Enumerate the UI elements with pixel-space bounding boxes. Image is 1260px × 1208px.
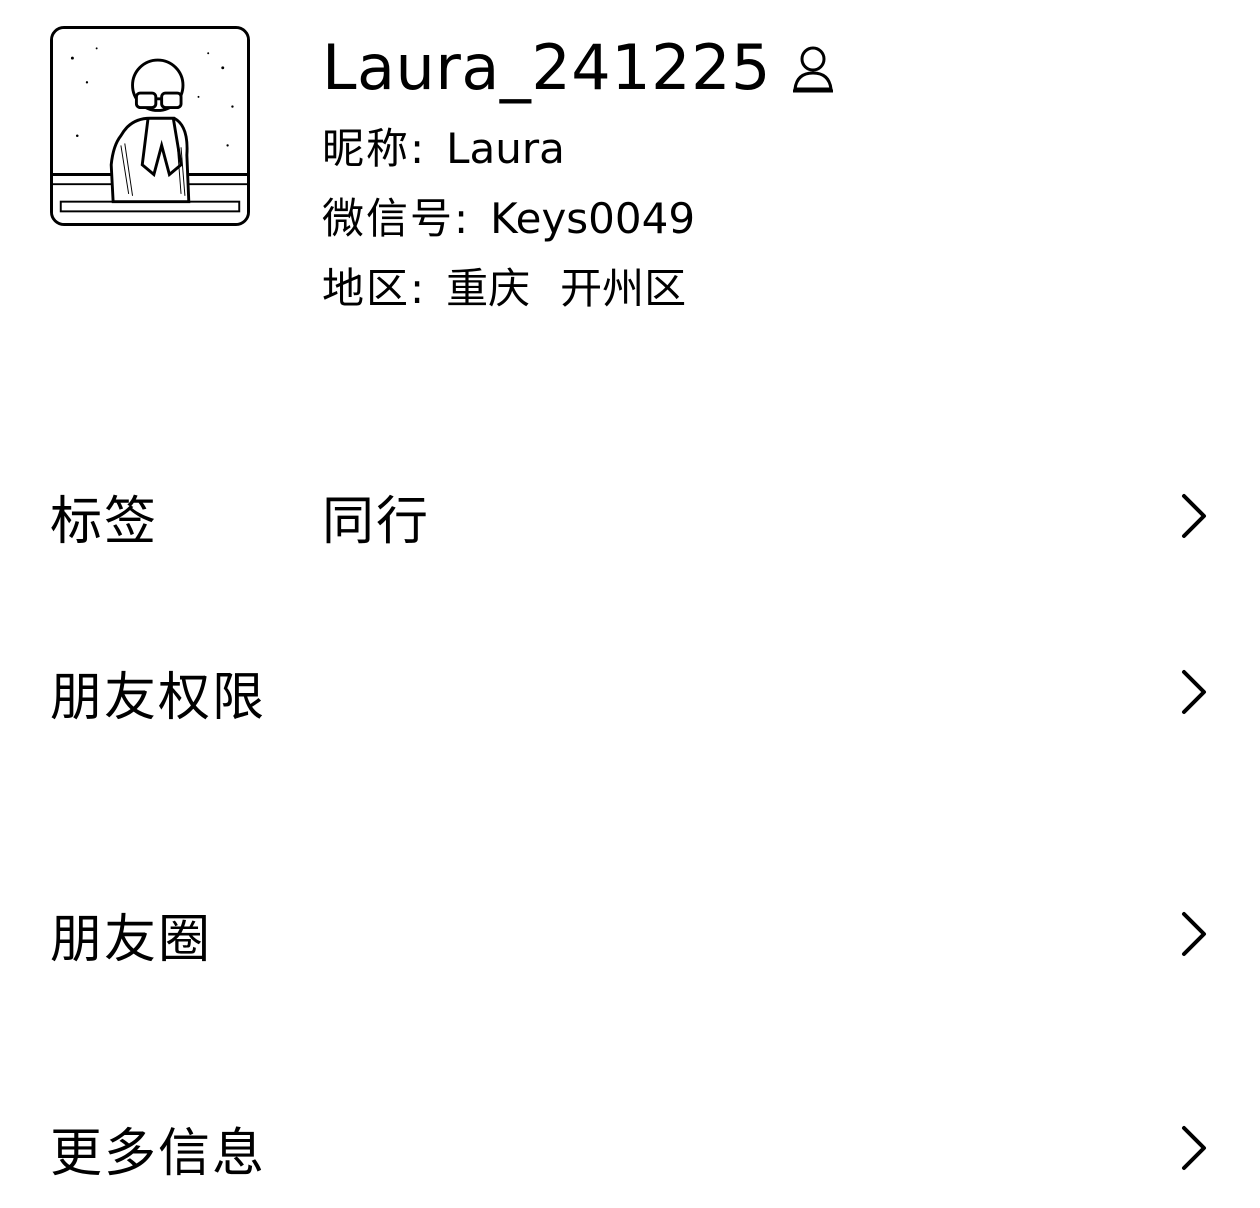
avatar-illustration	[53, 29, 247, 223]
chevron-right-icon	[1180, 668, 1208, 716]
row-tags-label: 标签	[50, 491, 159, 552]
row-moments-label: 朋友圈	[50, 909, 213, 970]
row-more-info[interactable]: 更多信息	[0, 1088, 1260, 1208]
nickname-label: 昵称:	[322, 124, 427, 173]
row-tags-value: 同行	[322, 491, 431, 552]
profile-info: Laura_241225 昵称: Laura 微信号: Keys0049 地区: 重庆…	[322, 22, 837, 324]
nickname-value: Laura	[446, 124, 565, 173]
display-name: Laura_241225	[322, 31, 771, 104]
nickname-line: 昵称: Laura	[322, 114, 837, 184]
region-district: 开州区	[560, 264, 687, 313]
wechat-id-line[interactable]: 微信号: Keys0049	[322, 184, 837, 254]
wechat-id-label: 微信号:	[322, 194, 471, 243]
person-icon	[789, 41, 837, 95]
row-friend-permissions[interactable]: 朋友权限	[0, 632, 1260, 752]
chevron-right-icon	[1180, 910, 1208, 958]
region-label: 地区:	[322, 264, 427, 313]
region-province: 重庆	[446, 264, 531, 313]
row-friend-permissions-label: 朋友权限	[50, 667, 267, 728]
row-tags[interactable]: 标签 同行	[0, 456, 1260, 576]
chevron-right-icon	[1180, 492, 1208, 540]
region-line: 地区: 重庆 开州区	[322, 254, 837, 324]
row-more-info-label: 更多信息	[50, 1123, 267, 1184]
name-row: Laura_241225	[322, 22, 837, 114]
wechat-id-value[interactable]: Keys0049	[490, 194, 695, 243]
chevron-right-icon	[1180, 1124, 1208, 1172]
row-moments[interactable]: 朋友圈	[0, 874, 1260, 994]
avatar[interactable]	[50, 26, 250, 226]
